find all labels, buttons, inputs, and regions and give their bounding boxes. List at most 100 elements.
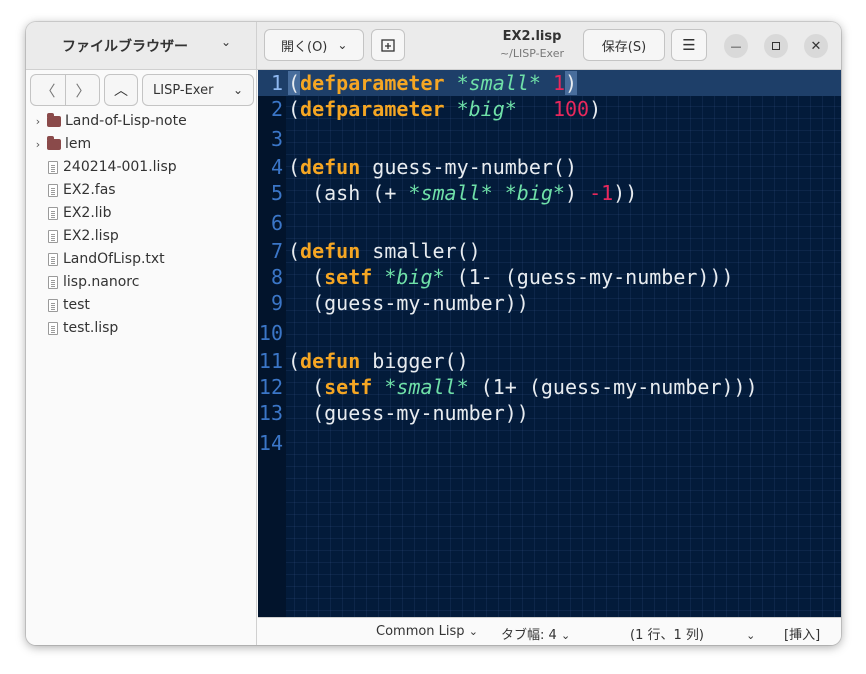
location-dropdown[interactable]: LISP-Exer ⌄ bbox=[142, 74, 254, 106]
close-button[interactable]: ✕ bbox=[804, 34, 828, 58]
open-button-label: 開く(O) bbox=[281, 39, 328, 55]
chevron-right-icon: 〉 bbox=[75, 81, 91, 100]
cursor-position-label: (1 行、1 列) bbox=[630, 628, 704, 643]
tree-item-label: LandOfLisp.txt bbox=[63, 251, 165, 267]
insert-mode-indicator[interactable]: [挿入] bbox=[784, 624, 820, 643]
code-line[interactable]: 2 (defparameter *big* 100) bbox=[258, 96, 841, 122]
code-line[interactable]: 1 (defparameter *small* 1) bbox=[258, 70, 841, 96]
menu-button[interactable]: ☰ bbox=[671, 29, 707, 61]
hamburger-menu-icon: ☰ bbox=[682, 36, 696, 54]
code-line[interactable]: 11 (defun bigger() bbox=[258, 348, 841, 374]
document-path: ~/LISP-Exer bbox=[499, 47, 565, 60]
language-selector[interactable]: Common Lisp ⌄ bbox=[376, 624, 478, 639]
file-icon bbox=[48, 229, 58, 243]
code-line[interactable]: 4 (defun guess-my-number() bbox=[258, 154, 841, 180]
code-text: (ash (+ *small* *big*) -1)) bbox=[288, 181, 638, 205]
chevron-down-icon: ⌄ bbox=[337, 38, 348, 52]
line-number: 4 bbox=[270, 155, 283, 179]
text-editor-window: ファイルブラウザー ⌄ 開く(O) ⌄ EX2.lisp ~/LISP-Exer… bbox=[26, 22, 841, 645]
tree-item-label: EX2.lisp bbox=[63, 228, 119, 244]
chevron-down-icon: ⌄ bbox=[560, 629, 571, 642]
expander-icon[interactable]: › bbox=[32, 115, 44, 128]
header-bar: 開く(O) ⌄ EX2.lisp ~/LISP-Exer 保存(S) ☰ — ✕ bbox=[257, 22, 841, 70]
tree-item-file[interactable]: test bbox=[26, 294, 279, 316]
tab-width-label: タブ幅: 4 bbox=[501, 628, 557, 643]
expander-icon[interactable]: › bbox=[32, 138, 44, 151]
tree-item-file[interactable]: test.lisp bbox=[26, 317, 279, 339]
file-browser-sidebar: 〈 〉 ︿ LISP-Exer ⌄ › Land-of-Lisp-note › … bbox=[26, 70, 257, 645]
line-number: 9 bbox=[270, 291, 283, 315]
tree-item-file[interactable]: 240214-001.lisp bbox=[26, 156, 279, 178]
minimize-button[interactable]: — bbox=[724, 34, 748, 58]
code-text: (setf *big* (1- (guess-my-number))) bbox=[288, 265, 734, 289]
tree-item-file[interactable]: EX2.fas bbox=[26, 179, 279, 201]
code-line[interactable]: 14 bbox=[258, 430, 841, 456]
file-icon bbox=[48, 183, 58, 197]
line-number: 6 bbox=[270, 211, 283, 235]
chevron-down-icon[interactable]: ⌄ bbox=[221, 35, 231, 49]
tree-item-folder[interactable]: › Land-of-Lisp-note bbox=[26, 110, 263, 132]
code-line[interactable]: 5 (ash (+ *small* *big*) -1)) bbox=[258, 180, 841, 206]
chevron-down-icon: ⌄ bbox=[746, 629, 756, 642]
file-icon bbox=[48, 298, 58, 312]
chevron-up-icon: ︿ bbox=[114, 83, 128, 99]
chevron-down-icon: ⌄ bbox=[232, 83, 243, 97]
code-line[interactable]: 10 bbox=[258, 320, 841, 346]
tree-item-label: Land-of-Lisp-note bbox=[65, 113, 187, 129]
code-text: (defparameter *big* 100) bbox=[288, 97, 602, 121]
maximize-button[interactable] bbox=[764, 34, 788, 58]
folder-icon bbox=[47, 112, 61, 127]
save-button-label: 保存(S) bbox=[601, 39, 647, 55]
sidebar-title[interactable]: ファイルブラウザー bbox=[62, 36, 188, 56]
tree-item-file[interactable]: EX2.lib bbox=[26, 202, 279, 224]
tree-item-label: lem bbox=[65, 136, 92, 152]
chevron-left-icon: 〈 bbox=[40, 81, 56, 100]
tree-item-label: EX2.fas bbox=[63, 182, 116, 198]
new-tab-icon bbox=[381, 39, 395, 52]
code-text: (defparameter *small* 1) bbox=[288, 71, 578, 95]
back-button[interactable]: 〈 bbox=[31, 75, 66, 105]
line-number: 8 bbox=[270, 265, 283, 289]
tree-item-label: test bbox=[63, 297, 90, 313]
close-icon: ✕ bbox=[810, 38, 822, 54]
forward-button[interactable]: 〉 bbox=[66, 75, 100, 105]
code-line[interactable]: 3 bbox=[258, 126, 841, 152]
save-button[interactable]: 保存(S) bbox=[583, 29, 665, 61]
tree-item-file[interactable]: EX2.lisp bbox=[26, 225, 279, 247]
code-text: (defun guess-my-number() bbox=[288, 155, 578, 179]
status-bar: Common Lisp ⌄ タブ幅: 4 ⌄ (1 行、1 列) ⌄ [挿入] bbox=[258, 617, 841, 645]
code-line[interactable]: 9 (guess-my-number)) bbox=[258, 290, 841, 316]
nav-button-group: 〈 〉 bbox=[30, 74, 100, 106]
tree-item-file[interactable]: LandOfLisp.txt bbox=[26, 248, 279, 270]
maximize-icon bbox=[772, 42, 780, 50]
tab-width-selector[interactable]: タブ幅: 4 ⌄ bbox=[501, 624, 570, 643]
chevron-down-icon: ⌄ bbox=[468, 625, 478, 638]
code-text: (guess-my-number)) bbox=[288, 401, 529, 425]
tree-item-file[interactable]: lisp.nanorc bbox=[26, 271, 279, 293]
cursor-position-selector[interactable]: (1 行、1 列) ⌄ bbox=[630, 624, 755, 643]
code-line[interactable]: 8 (setf *big* (1- (guess-my-number))) bbox=[258, 264, 841, 290]
line-number: 5 bbox=[270, 181, 283, 205]
code-line[interactable]: 13 (guess-my-number)) bbox=[258, 400, 841, 426]
minimize-icon: — bbox=[730, 39, 742, 53]
line-number: 12 bbox=[258, 375, 283, 399]
file-icon bbox=[48, 275, 58, 289]
document-title: EX2.lisp bbox=[502, 29, 562, 44]
line-number: 10 bbox=[258, 321, 283, 345]
folder-icon bbox=[47, 135, 61, 150]
code-line[interactable]: 12 (setf *small* (1+ (guess-my-number))) bbox=[258, 374, 841, 400]
code-text: (guess-my-number)) bbox=[288, 291, 529, 315]
tree-item-label: 240214-001.lisp bbox=[63, 159, 177, 175]
tree-item-label: test.lisp bbox=[63, 320, 119, 336]
code-editor[interactable]: 1 (defparameter *small* 1) 2 (defparameter … bbox=[258, 70, 841, 617]
parent-folder-button[interactable]: ︿ bbox=[104, 74, 138, 106]
line-number: 13 bbox=[258, 401, 283, 425]
new-tab-button[interactable] bbox=[371, 29, 405, 61]
code-text: (defun bigger() bbox=[288, 349, 469, 373]
file-icon bbox=[48, 160, 58, 174]
tree-item-folder[interactable]: › lem bbox=[26, 133, 263, 155]
code-line[interactable]: 7 (defun smaller() bbox=[258, 238, 841, 264]
open-button[interactable]: 開く(O) ⌄ bbox=[264, 29, 364, 61]
file-icon bbox=[48, 252, 58, 266]
code-line[interactable]: 6 bbox=[258, 210, 841, 236]
